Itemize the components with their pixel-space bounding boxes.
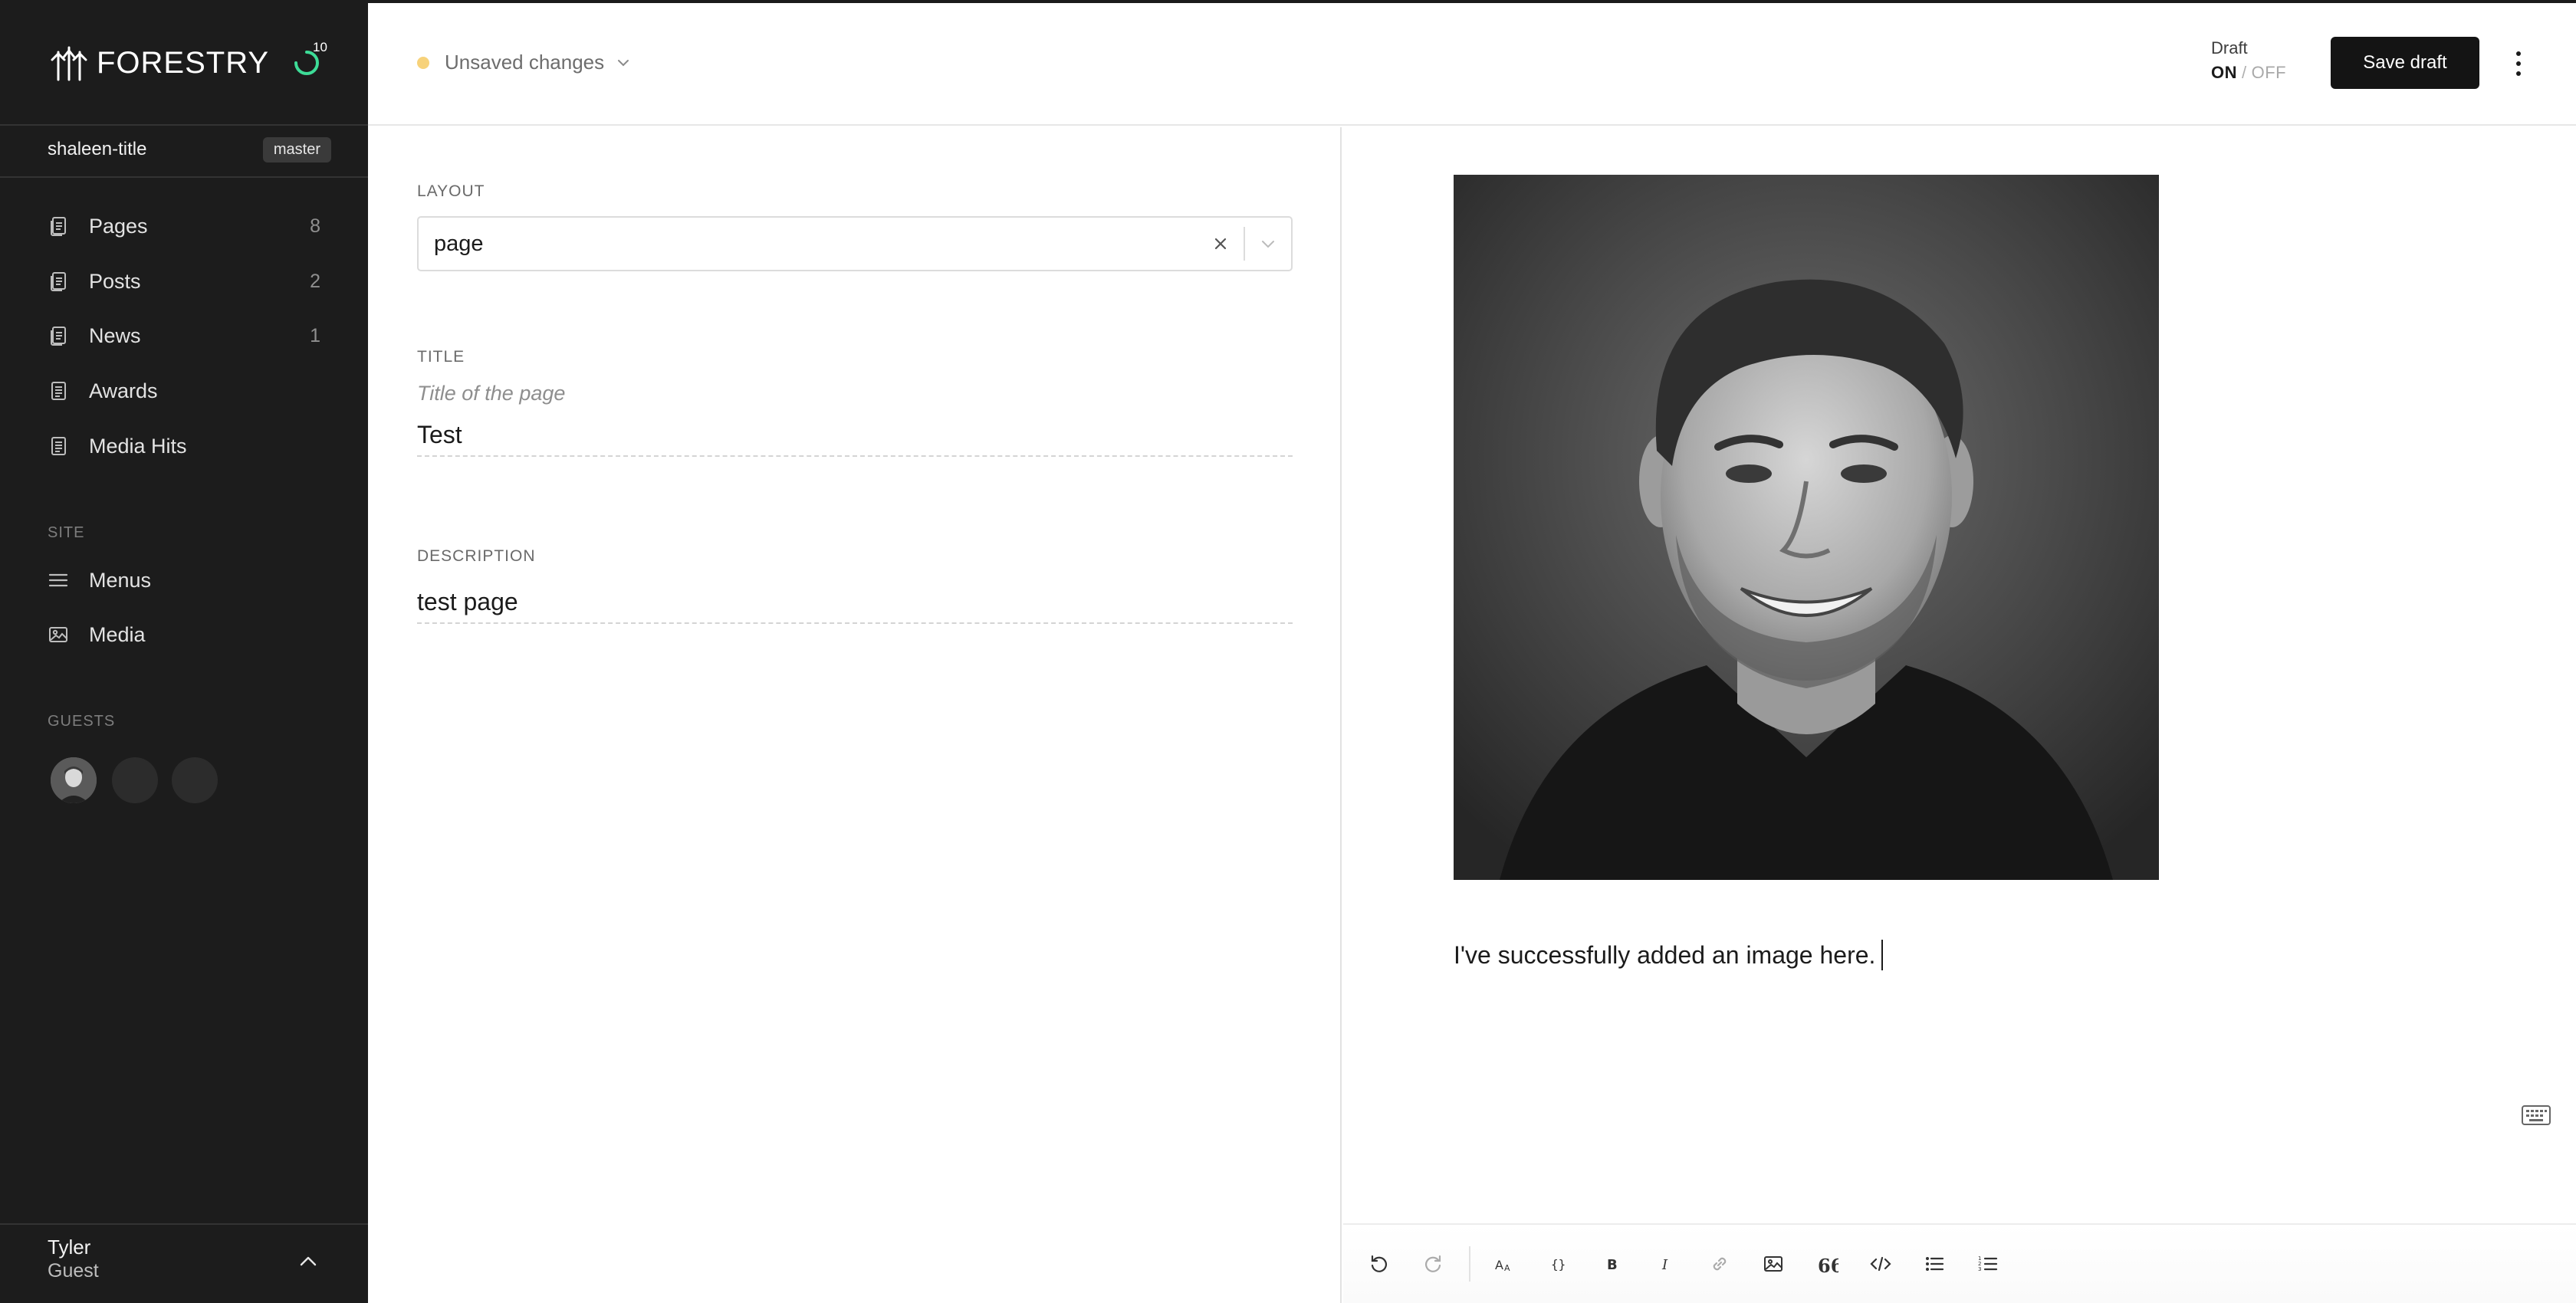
select-dropdown-toggle[interactable] [1245,217,1291,271]
draft-separator: / [2242,63,2247,82]
editor-body-text[interactable]: I've successfully added an image here. [1454,940,1884,970]
sidebar-item-count: 1 [310,324,320,346]
keyboard-icon[interactable] [2521,1104,2551,1127]
draft-off-option[interactable]: OFF [2252,63,2287,82]
menu-icon [48,569,69,591]
draft-toggle[interactable]: Draft ON / OFF [2211,38,2286,83]
unsaved-status-text: Unsaved changes [445,51,605,74]
branch-badge: master [262,136,331,162]
sidebar-item-label: Media Hits [89,434,187,458]
sidebar-item-label: News [89,323,141,347]
branch-name: shaleen-title [48,139,147,159]
branch-row[interactable]: shaleen-title master [48,133,331,166]
sidebar-item-menus[interactable]: Menus [48,562,320,599]
svg-text:3: 3 [1978,1266,1981,1272]
sidebar-item-label: Menus [89,568,152,592]
description-label: DESCRIPTION [417,547,536,565]
clear-icon[interactable] [1210,233,1231,254]
document-icon [48,271,69,292]
sidebar-item-count: 8 [310,215,320,237]
document-icon [48,435,69,457]
sync-count: 10 [313,40,327,54]
sidebar-item-label: Pages [89,214,148,238]
draft-label: Draft [2211,38,2248,57]
chevron-down-icon [1262,241,1274,248]
svg-text:A: A [1504,1263,1510,1273]
redo-icon[interactable] [1415,1246,1451,1282]
numbered-list-icon[interactable]: 123 [1970,1246,2006,1282]
paragraph-text: I've successfully added an image here. [1454,940,1876,969]
sidebar-item-media-hits[interactable]: Media Hits [48,428,320,464]
description-field[interactable] [417,581,1293,624]
sidebar-item-label: Posts [89,269,141,293]
top-header: Unsaved changes Draft ON / OFF Save draft [368,3,2576,126]
user-menu[interactable]: Tyler Guest [0,1225,368,1303]
layout-label: LAYOUT [417,182,485,200]
sidebar: FORESTRY 10 shaleen-title master Pages 8… [0,0,368,1303]
svg-text:A: A [1495,1258,1503,1272]
sidebar-divider [0,176,368,178]
sidebar-item-label: Media [89,622,146,646]
draft-on-option[interactable]: ON [2211,63,2237,82]
user-name: Tyler [48,1236,91,1259]
document-icon [48,325,69,346]
undo-icon[interactable] [1362,1246,1397,1282]
sidebar-divider [0,124,368,126]
brand-logo[interactable]: FORESTRY [48,40,269,86]
document-icon [48,215,69,237]
bullet-list-icon[interactable] [1917,1246,1952,1282]
title-field[interactable] [417,414,1293,457]
toolbar-separator [1469,1246,1470,1282]
title-label: TITLE [417,348,465,366]
quote-icon[interactable]: 66 [1809,1246,1845,1282]
text-size-icon[interactable]: AA [1487,1246,1523,1282]
bold-icon[interactable]: B [1595,1246,1630,1282]
svg-text:B: B [1607,1257,1618,1273]
layout-select-value: page [434,231,484,256]
sidebar-item-pages[interactable]: Pages 8 [48,208,320,245]
more-options-icon[interactable] [2507,44,2530,83]
chevron-down-icon [618,59,629,66]
code-icon[interactable] [1863,1246,1898,1282]
guest-placeholder [112,757,158,803]
image-icon [48,624,69,645]
tree-logo-icon [51,46,87,81]
layout-select[interactable]: page [417,216,1293,271]
portrait-photo[interactable] [1454,175,2159,880]
content-editor[interactable]: I've successfully added an image here. A… [1343,127,2576,1303]
sidebar-item-media[interactable]: Media [48,616,320,653]
title-helper-text: Title of the page [417,382,566,405]
save-draft-button[interactable]: Save draft [2331,37,2479,89]
sidebar-item-news[interactable]: News 1 [48,317,320,354]
user-role: Guest [48,1260,99,1282]
guest-avatar[interactable] [51,757,97,803]
svg-text:{}: {} [1551,1257,1566,1272]
guest-placeholder [172,757,218,803]
sidebar-item-count: 2 [310,270,320,292]
section-label-site: SITE [48,524,85,541]
svg-text:I: I [1661,1257,1668,1273]
sidebar-item-awards[interactable]: Awards [48,373,320,409]
section-label-guests: GUESTS [48,713,116,730]
draft-state: ON / OFF [2211,63,2286,83]
italic-icon[interactable]: I [1648,1246,1684,1282]
code-braces-icon[interactable]: {} [1541,1246,1576,1282]
sidebar-item-posts[interactable]: Posts 2 [48,263,320,300]
svg-text:66: 66 [1818,1255,1838,1275]
status-dot [417,56,429,69]
link-icon[interactable] [1702,1246,1737,1282]
image-icon[interactable] [1756,1246,1791,1282]
sidebar-item-label: Awards [89,379,158,402]
document-icon [48,380,69,402]
text-caret [1881,940,1884,970]
brand-name: FORESTRY [97,45,270,80]
chevron-up-icon[interactable] [294,1248,322,1275]
unsaved-changes-dropdown[interactable]: Unsaved changes [417,51,632,74]
editor-toolbar: AA {} B I 66 123 [1343,1223,2576,1303]
front-matter-form: LAYOUT page TITLE Title of the page DESC… [368,127,1342,1303]
